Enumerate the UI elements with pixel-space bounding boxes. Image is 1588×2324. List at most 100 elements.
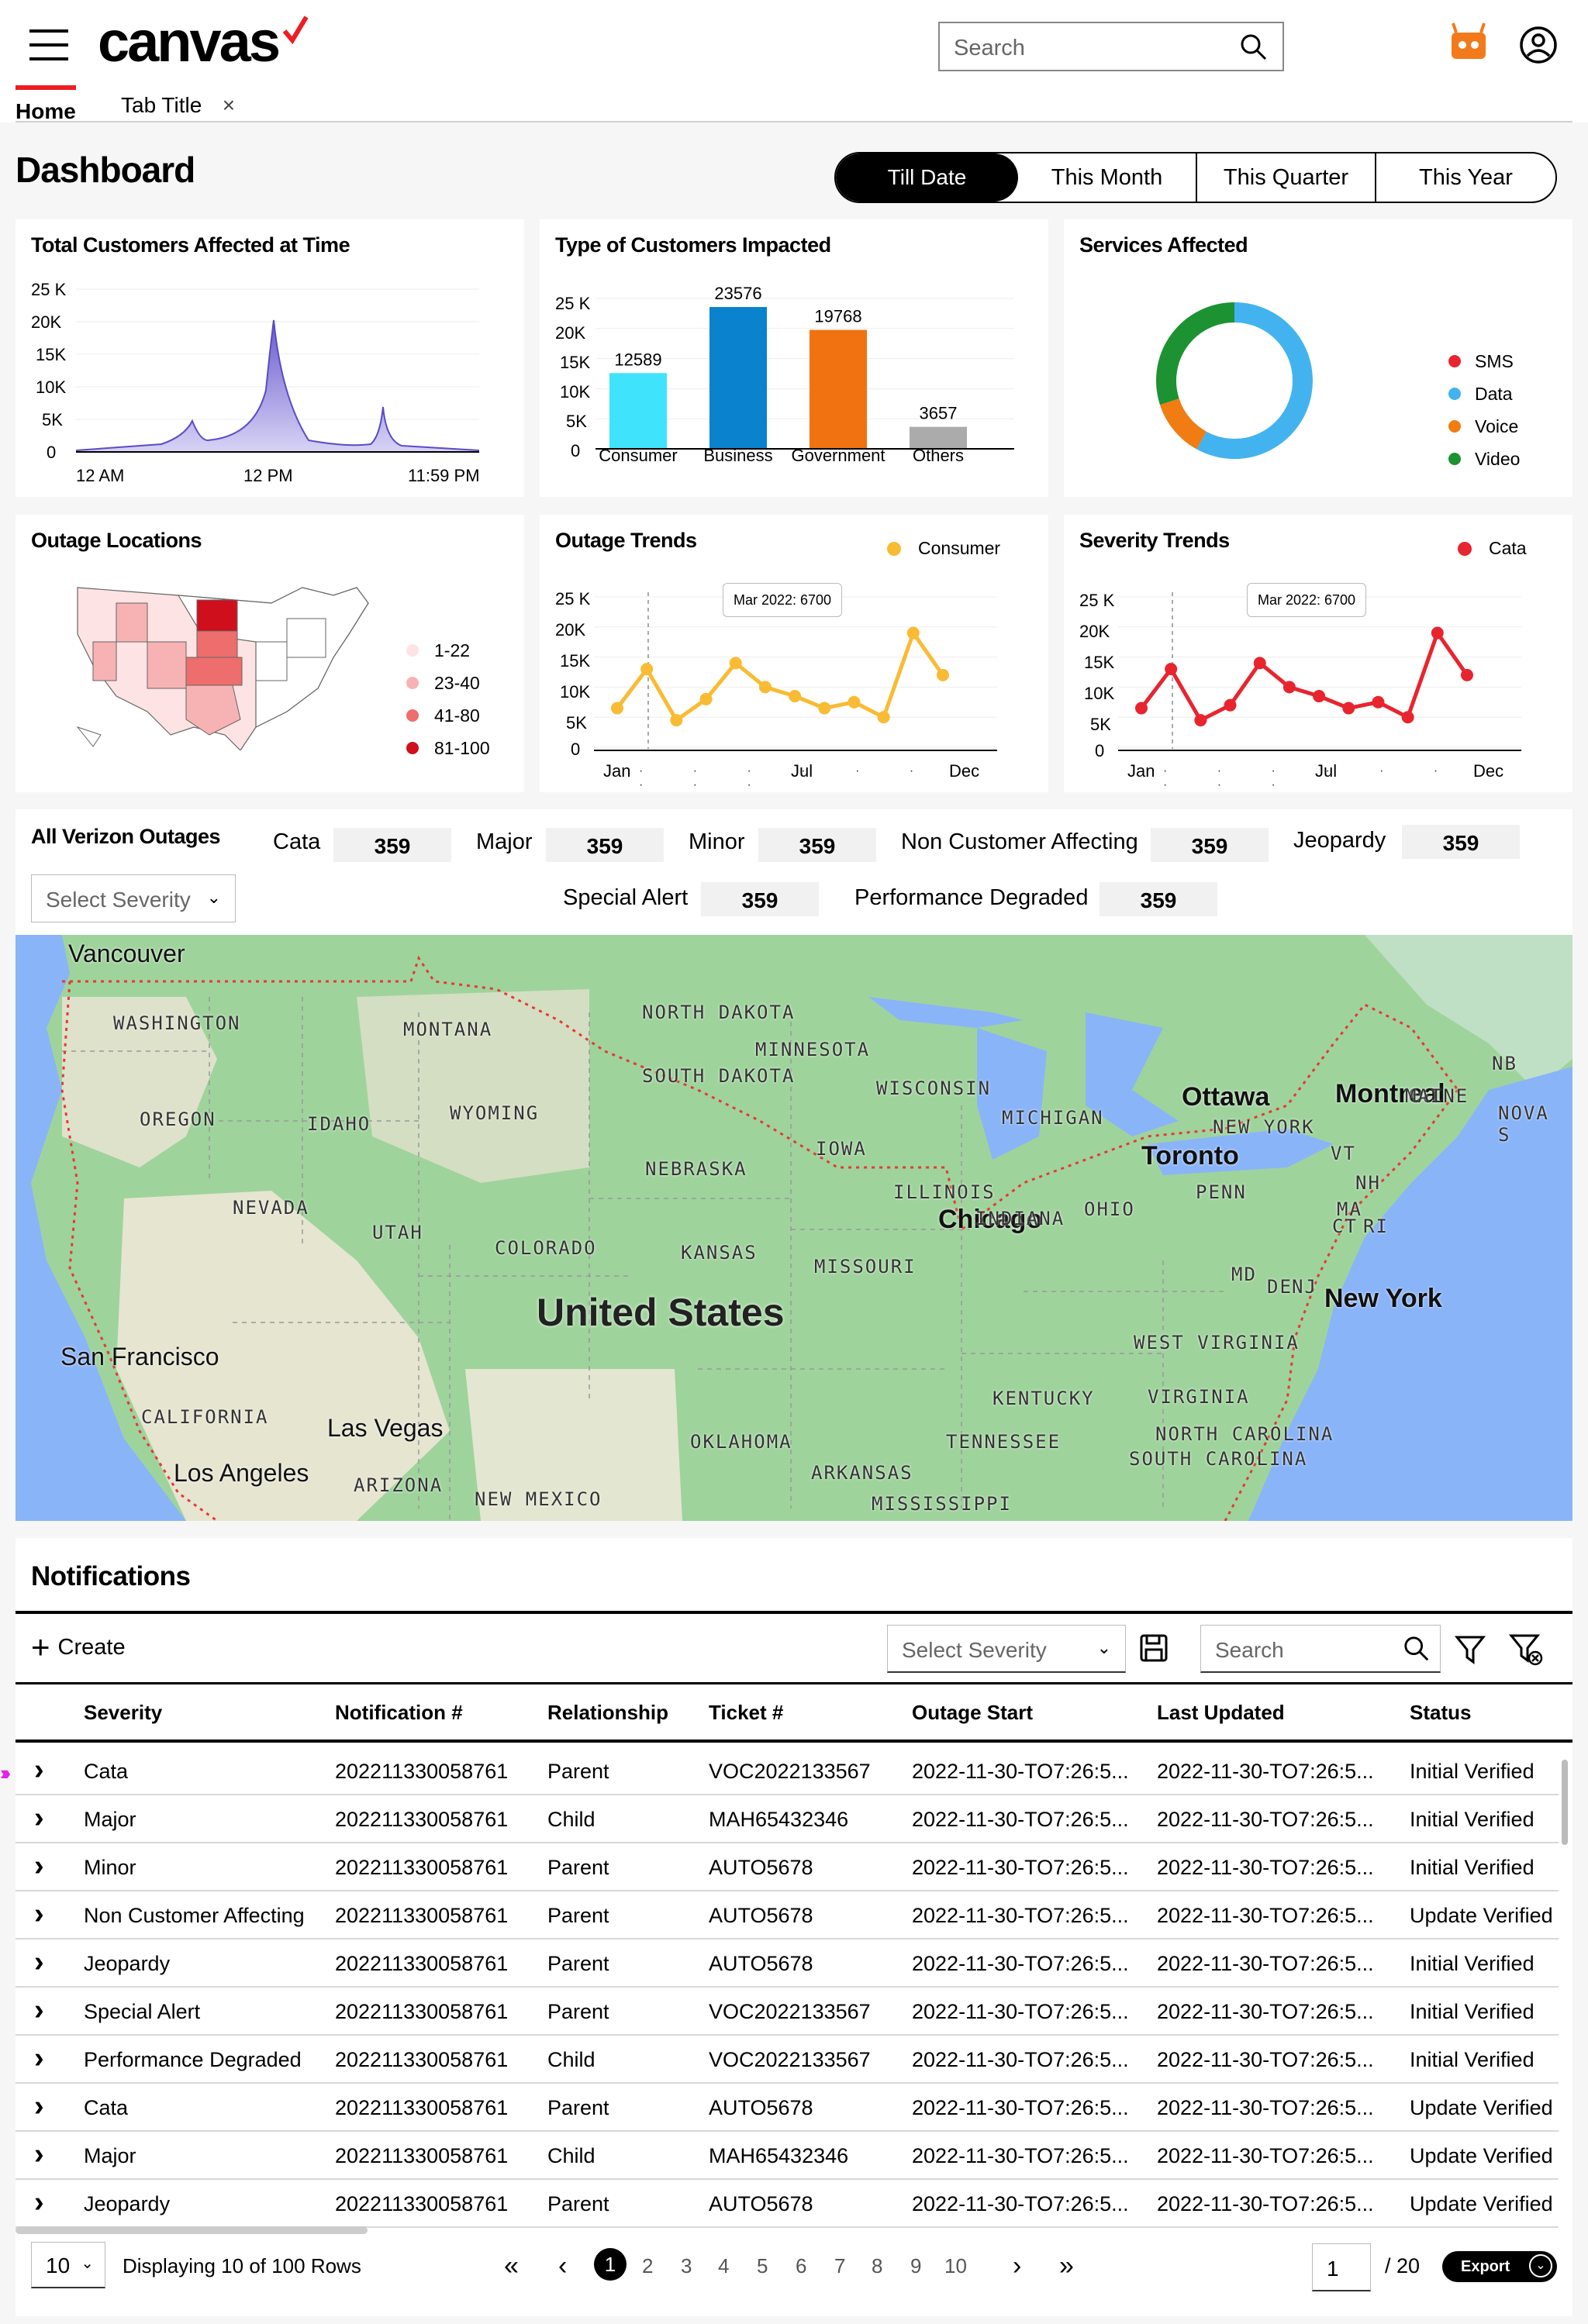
clear-filter-icon[interactable]: [1509, 1633, 1543, 1667]
table-row[interactable]: › Special Alert 202211330058761 Parent VOC20…: [16, 1988, 1559, 2036]
expand-row-icon[interactable]: ›: [34, 1898, 44, 1931]
expand-row-icon[interactable]: ›: [34, 2042, 44, 2075]
page-link[interactable]: 2: [642, 2254, 653, 2278]
column-header[interactable]: Severity: [84, 1701, 162, 1725]
map-state-label: RI: [1363, 1215, 1389, 1237]
expand-row-icon[interactable]: ›: [34, 1850, 44, 1883]
expand-row-icon[interactable]: ›: [34, 1802, 44, 1835]
export-button[interactable]: Export ⌄: [1442, 2251, 1557, 2282]
period-this-month[interactable]: This Month: [1018, 153, 1197, 202]
table-cell: 202211330058761: [335, 2192, 509, 2215]
notif-search-input[interactable]: Search: [1200, 1625, 1441, 1673]
search-icon[interactable]: [1239, 33, 1269, 62]
data-point: [1372, 695, 1385, 709]
tab-close-icon[interactable]: ×: [223, 93, 235, 117]
filter-icon[interactable]: [1455, 1634, 1486, 1665]
first-page-icon[interactable]: «: [504, 2251, 519, 2281]
column-header[interactable]: Outage Start: [912, 1701, 1033, 1725]
search-placeholder: Search: [1215, 1638, 1284, 1662]
table-row[interactable]: › Cata 202211330058761 Parent VOC2022133567 2…: [16, 1747, 1559, 1795]
map-state-label: NEVADA: [233, 1197, 309, 1219]
map-city-label: Toronto: [1141, 1141, 1239, 1171]
page-link[interactable]: 8: [872, 2254, 882, 2278]
table-cell: Update Verified: [1410, 2192, 1553, 2215]
period-till-date[interactable]: Till Date: [836, 153, 1018, 202]
page-link[interactable]: 4: [718, 2254, 729, 2278]
chevron-down-icon: ⌄: [206, 888, 221, 907]
column-header[interactable]: Status: [1410, 1701, 1471, 1725]
data-point: [1165, 663, 1178, 676]
map-state-label: UTAH: [372, 1222, 423, 1243]
count-badge[interactable]: 359: [546, 828, 664, 862]
count-badge[interactable]: 359: [758, 828, 876, 862]
last-page-icon[interactable]: »: [1059, 2251, 1074, 2281]
create-button[interactable]: + Create: [31, 1631, 126, 1664]
legend-label: 1-22: [434, 640, 471, 660]
column-header[interactable]: Relationship: [547, 1701, 668, 1725]
period-this-year[interactable]: This Year: [1376, 153, 1555, 202]
table-cell: Major: [84, 1808, 136, 1831]
save-icon[interactable]: [1138, 1633, 1169, 1664]
horizontal-scrollbar[interactable]: [16, 2226, 368, 2234]
severity-select[interactable]: Select Severity ⌄: [31, 874, 236, 922]
tab-home[interactable]: Home: [16, 85, 76, 123]
count-badge[interactable]: 359: [1151, 828, 1269, 862]
rows-per-page-select[interactable]: 10 ⌄: [31, 2242, 105, 2288]
search-icon[interactable]: [1403, 1635, 1431, 1663]
count-badge[interactable]: 359: [1100, 882, 1217, 916]
tab-title[interactable]: Tab Title ×: [121, 93, 235, 118]
expand-row-icon[interactable]: ›: [34, 1753, 44, 1787]
chevron-down-icon[interactable]: ⌄: [1529, 2254, 1552, 2277]
header-search[interactable]: Search: [938, 22, 1284, 71]
bot-icon[interactable]: [1448, 22, 1489, 65]
page-link[interactable]: 10: [944, 2254, 967, 2278]
page-link[interactable]: 7: [834, 2254, 845, 2278]
column-header[interactable]: Notification #: [335, 1701, 463, 1725]
page-link[interactable]: 9: [910, 2254, 921, 2278]
table-row[interactable]: › Jeopardy 202211330058761 Parent AUTO5678 20…: [16, 1940, 1559, 1988]
user-account-icon[interactable]: [1518, 25, 1559, 65]
legend-dot: [887, 541, 901, 556]
table-row[interactable]: › Major 202211330058761 Child MAH65432346 202…: [16, 2132, 1559, 2180]
next-page-icon[interactable]: ›: [1013, 2251, 1021, 2281]
prev-page-icon[interactable]: ‹: [558, 2251, 567, 2281]
count-badge[interactable]: 359: [333, 828, 451, 862]
table-cell: 2022-11-30-TO7:26:5...: [1157, 1952, 1374, 1975]
vertical-scrollbar[interactable]: [1562, 1760, 1568, 1845]
row-indicator-icon: ›››: [0, 1761, 11, 1784]
table-row[interactable]: › Performance Degraded 202211330058761 Chil…: [16, 2036, 1559, 2084]
tab-title-label: Tab Title: [121, 93, 202, 117]
page-link[interactable]: 3: [681, 2254, 692, 2278]
table-row[interactable]: › Major 202211330058761 Child MAH65432346 202…: [16, 1795, 1559, 1843]
table-row[interactable]: › Non Customer Affecting 202211330058761 Pa…: [16, 1891, 1559, 1940]
expand-row-icon[interactable]: ›: [34, 2138, 44, 2171]
table-row[interactable]: › Minor 202211330058761 Parent AUTO5678 2022-…: [16, 1843, 1559, 1891]
page-link[interactable]: 6: [796, 2254, 806, 2278]
card-title: Outage Trends: [555, 529, 697, 552]
hamburger-menu-icon[interactable]: [29, 29, 68, 60]
page-jump-input[interactable]: 1: [1312, 2243, 1371, 2291]
expand-row-icon[interactable]: ›: [34, 1994, 44, 2027]
column-header[interactable]: Last Updated: [1157, 1701, 1285, 1725]
count-badge[interactable]: 359: [1402, 825, 1520, 859]
period-this-quarter[interactable]: This Quarter: [1197, 153, 1377, 202]
data-point: [670, 714, 683, 727]
expand-row-icon[interactable]: ›: [34, 2090, 44, 2123]
page-jump-value: 1: [1327, 2257, 1339, 2281]
table-row[interactable]: › Cata 202211330058761 Parent AUTO5678 2022-1…: [16, 2084, 1559, 2132]
page-link[interactable]: 5: [757, 2254, 768, 2278]
outage-map[interactable]: United States Vancouver Ottawa Montreal …: [16, 935, 1572, 1521]
count-badge[interactable]: 359: [701, 882, 819, 916]
table-cell: Parent: [547, 1952, 609, 1975]
series-line: [616, 629, 945, 723]
expand-row-icon[interactable]: ›: [34, 1946, 44, 1979]
notif-severity-select[interactable]: Select Severity ⌄: [887, 1625, 1126, 1673]
trend-tooltip: Mar 2022: 6700: [1247, 583, 1366, 617]
table-cell: 2022-11-30-TO7:26:5...: [912, 1760, 1129, 1783]
expand-row-icon[interactable]: ›: [34, 2186, 44, 2219]
table-row[interactable]: › Jeopardy 202211330058761 Parent AUTO5678 20…: [16, 2180, 1559, 2228]
legend-item: 1-22: [406, 634, 490, 667]
x-tick: 12 PM: [243, 466, 293, 485]
page-current[interactable]: 1: [594, 2248, 627, 2281]
column-header[interactable]: Ticket #: [709, 1701, 783, 1725]
